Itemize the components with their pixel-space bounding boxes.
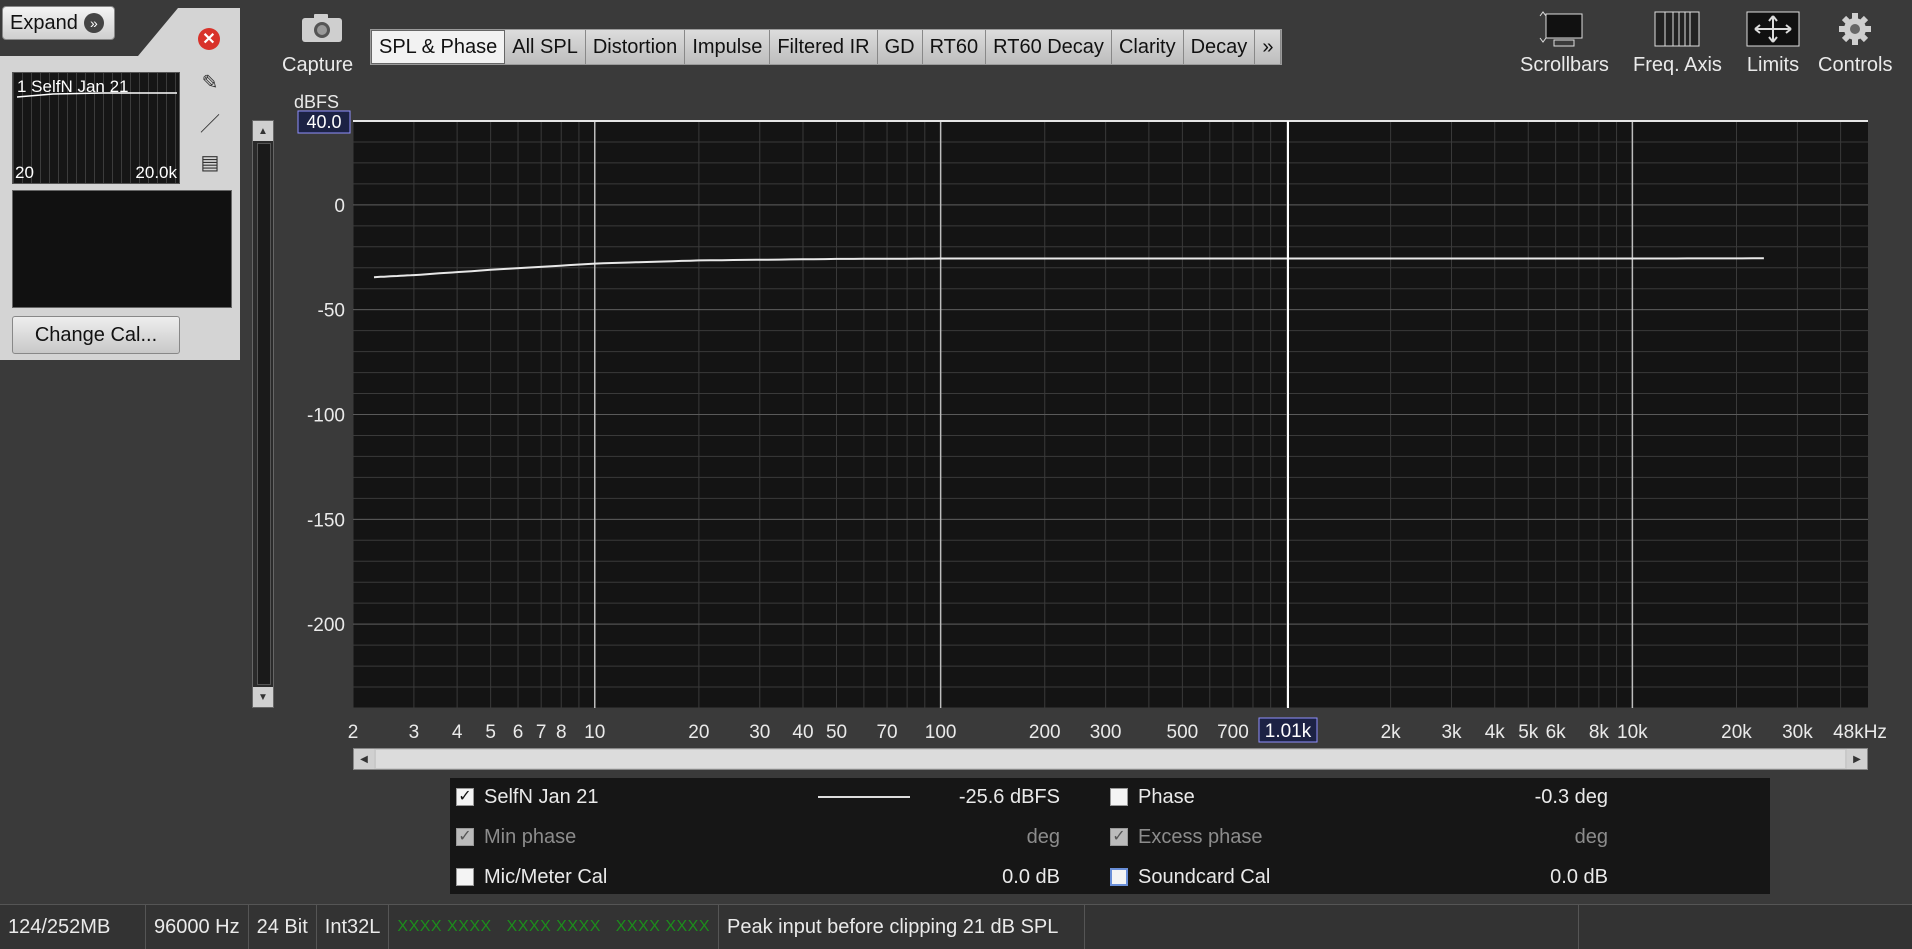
soundcard-cal-value: 0.0 dB <box>1550 866 1608 888</box>
x-readout-box: 1.01k <box>1258 717 1318 743</box>
format-status[interactable]: Int32L <box>317 905 390 949</box>
x-tick-label: 70 <box>876 722 897 743</box>
soundcard-cal-checkbox[interactable] <box>1110 868 1128 886</box>
x-tick-label: 5 <box>485 722 496 743</box>
y-tick-label: -50 <box>318 301 345 322</box>
x-tick-label: 10 <box>584 722 605 743</box>
y-tick-label: -200 <box>307 615 345 636</box>
mic-cal-checkbox[interactable] <box>456 868 474 886</box>
y-ticks: 0 -50 -100 -150 -200 <box>307 196 345 636</box>
x-tick-label: 2 <box>348 722 359 743</box>
scroll-right-icon[interactable]: ▶ <box>1847 749 1867 769</box>
y-tick-label: -150 <box>307 510 345 531</box>
mic-cal-value: 0.0 dB <box>1002 866 1060 888</box>
x-tick-label: 200 <box>1029 722 1061 743</box>
horizontal-scrollbar[interactable]: ◀ ▶ <box>353 748 1868 770</box>
selfn-checkbox[interactable]: ✓ <box>456 788 474 806</box>
x-readout: 1.01k <box>1265 721 1312 742</box>
x-tick-label: 700 <box>1217 722 1249 743</box>
min-phase-checkbox[interactable]: ✓ <box>456 828 474 846</box>
status-bar: 124/252MB 96000 Hz 24 Bit Int32L XXXX XX… <box>0 904 1912 949</box>
phase-label: Phase <box>1138 786 1195 808</box>
x-tick-label: 300 <box>1090 722 1122 743</box>
x-tick-label: 48kHz <box>1833 722 1887 743</box>
x-tick-label: 4k <box>1485 722 1506 743</box>
x-tick-label: 20 <box>688 722 709 743</box>
x-tick-label: 10k <box>1617 722 1648 743</box>
excess-phase-checkbox[interactable]: ✓ <box>1110 828 1128 846</box>
excess-phase-label: Excess phase <box>1138 826 1263 848</box>
phase-checkbox[interactable] <box>1110 788 1128 806</box>
level-meters: XXXX XXXX XXXX XXXX XXXX XXXX <box>389 905 720 949</box>
legend-line-sample <box>818 796 910 798</box>
y-tick-label: 0 <box>334 196 345 217</box>
x-tick-label: 8k <box>1589 722 1610 743</box>
legend-panel: ✓ SelfN Jan 21 -25.6 dBFS Phase -0.3 deg… <box>450 778 1770 894</box>
y-readout: 40.0 <box>306 112 341 132</box>
x-ticks: 2 3 4 5 6 7 8 10 20 30 40 50 70 100 200 300 500 700 2k 3k 4k… <box>348 722 1887 743</box>
x-tick-label: 4 <box>452 722 463 743</box>
sample-rate-status[interactable]: 96000 Hz <box>146 905 249 949</box>
mic-cal-label: Mic/Meter Cal <box>484 866 608 888</box>
x-tick-label: 8 <box>556 722 567 743</box>
status-message: Peak input before clipping 21 dB SPL <box>719 905 1086 949</box>
x-tick-label: 5k <box>1518 722 1539 743</box>
min-phase-value: deg <box>1026 826 1060 848</box>
excess-phase-value: deg <box>1574 826 1608 848</box>
scroll-left-icon[interactable]: ◀ <box>354 749 374 769</box>
x-tick-label: 500 <box>1167 722 1199 743</box>
min-phase-label: Min phase <box>484 826 577 848</box>
bit-depth-status[interactable]: 24 Bit <box>249 905 317 949</box>
legend-trace-value: -25.6 dBFS <box>958 786 1060 808</box>
x-tick-label: 30k <box>1782 722 1813 743</box>
legend-trace-name: SelfN Jan 21 <box>484 786 599 808</box>
legend-row: ✓ SelfN Jan 21 -25.6 dBFS Phase -0.3 deg <box>450 778 1770 816</box>
x-tick-label: 100 <box>925 722 957 743</box>
x-tick-label: 3k <box>1441 722 1462 743</box>
x-tick-label: 3 <box>409 722 420 743</box>
y-readout-box: 40.0 <box>297 110 351 134</box>
x-tick-label: 2k <box>1381 722 1402 743</box>
soundcard-cal-label: Soundcard Cal <box>1138 866 1271 888</box>
x-tick-label: 30 <box>749 722 770 743</box>
x-tick-label: 6 <box>513 722 524 743</box>
y-tick-label: -100 <box>307 406 345 427</box>
x-tick-label: 40 <box>792 722 813 743</box>
legend-row: ✓ Min phase deg ✓ Excess phase deg <box>450 818 1770 856</box>
legend-row: Mic/Meter Cal 0.0 dB Soundcard Cal 0.0 d… <box>450 858 1770 896</box>
x-tick-label: 6k <box>1546 722 1567 743</box>
x-tick-label: 7 <box>536 722 547 743</box>
x-tick-label: 50 <box>826 722 847 743</box>
phase-value: -0.3 deg <box>1534 786 1608 808</box>
x-tick-label: 20k <box>1721 722 1752 743</box>
memory-status: 124/252MB <box>0 905 146 949</box>
horizontal-scroll-thumb[interactable] <box>376 750 1845 768</box>
status-spacer <box>1085 905 1580 949</box>
